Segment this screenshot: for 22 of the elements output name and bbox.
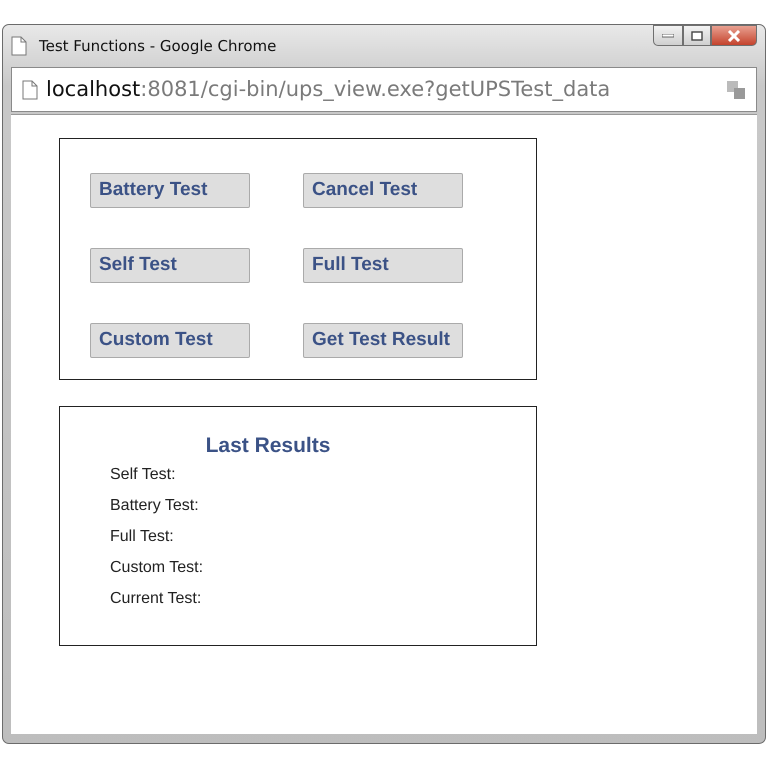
result-label: Self Test: — [110, 465, 177, 485]
window-title: Test Functions - Google Chrome — [39, 36, 276, 57]
minimize-button[interactable] — [653, 25, 683, 46]
test-button[interactable]: Get Test Result — [303, 323, 463, 358]
page-icon — [22, 80, 38, 100]
close-icon — [727, 30, 741, 42]
result-label: Battery Test: — [110, 496, 200, 516]
test-button[interactable]: Cancel Test — [303, 173, 463, 208]
maximize-button[interactable] — [683, 25, 711, 46]
results-title: Last Results — [204, 433, 332, 459]
minimize-icon — [662, 34, 674, 38]
test-button[interactable]: Self Test — [90, 248, 250, 283]
maximize-icon — [691, 30, 703, 40]
page-icon — [11, 36, 27, 56]
result-label: Custom Test: — [110, 558, 204, 578]
result-label: Current Test: — [110, 589, 202, 609]
close-button[interactable] — [711, 25, 757, 46]
translate-icon[interactable] — [726, 80, 746, 100]
test-button[interactable]: Battery Test — [90, 173, 250, 208]
test-button[interactable]: Custom Test — [90, 323, 250, 358]
test-button[interactable]: Full Test — [303, 248, 463, 283]
result-label: Full Test: — [110, 527, 175, 547]
